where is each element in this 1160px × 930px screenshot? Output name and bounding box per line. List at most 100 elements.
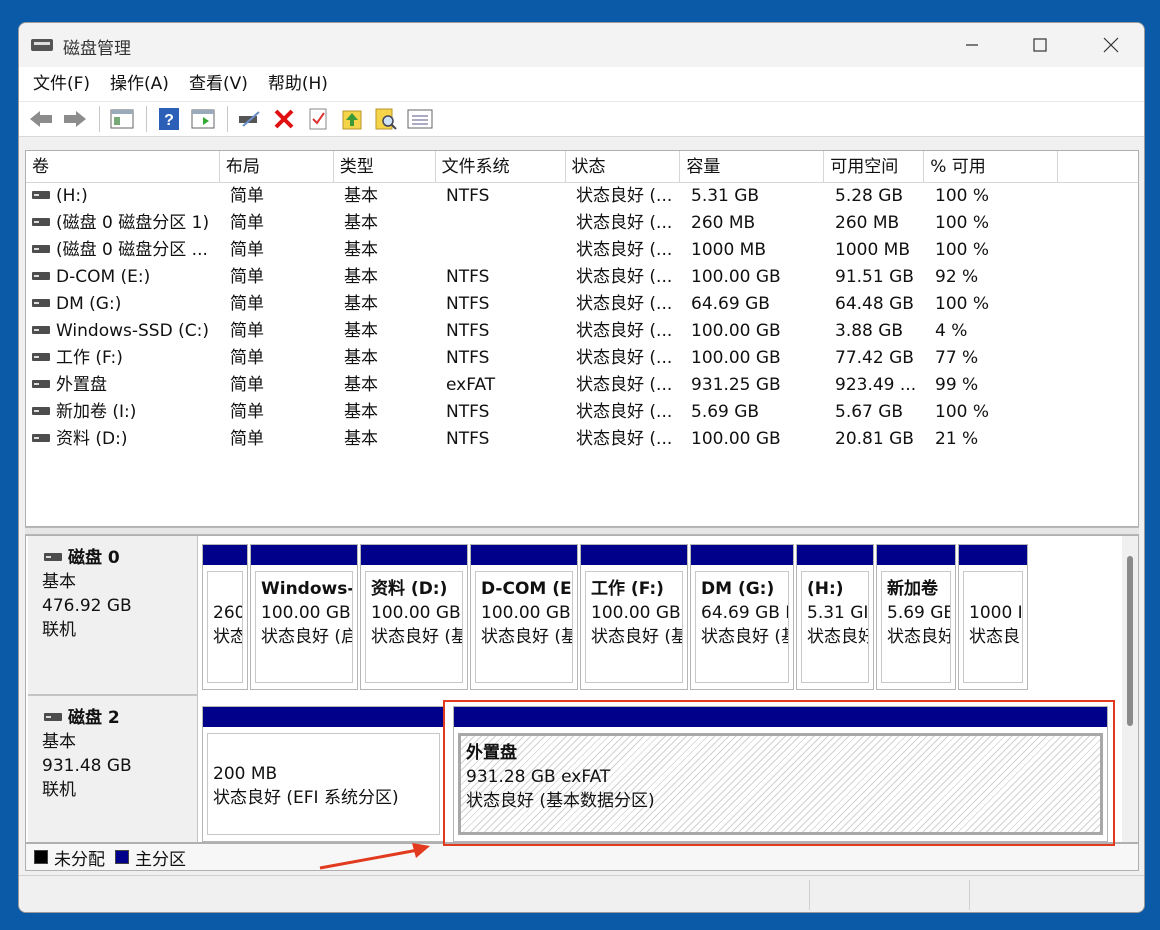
partition-disk0-0[interactable]: 260 状态 <box>202 544 248 690</box>
table-row[interactable]: 新加卷 (I:) 简单 基本 NTFS 状态良好 (... 5.69 GB 5.67 GB 1… <box>26 399 1138 426</box>
menu-help[interactable]: 帮助(H) <box>258 67 338 101</box>
table-cell: 状态良好 (... <box>576 294 673 314</box>
table-cell: 100 % <box>935 402 990 422</box>
partition-efi[interactable]: 200 MB 状态良好 (EFI 系统分区) <box>202 706 445 842</box>
scrollbar-thumb[interactable] <box>1127 556 1133 726</box>
volume-name: 资料 (D:) <box>56 429 128 449</box>
minimize-button[interactable] <box>938 23 1006 67</box>
partition-body: 工作 (F:) 100.00 GB 状态良好 (基 <box>585 571 683 683</box>
table-cell: 100.00 GB <box>691 267 781 287</box>
back-button[interactable] <box>25 104 57 134</box>
column-percent-free[interactable]: % 可用 <box>924 151 1059 183</box>
partition-size: 5.69 GE <box>887 603 951 623</box>
table-cell: 21 % <box>935 429 979 449</box>
partition-bar <box>877 545 955 565</box>
volume-icon <box>32 379 50 388</box>
delete-button[interactable] <box>268 104 300 134</box>
table-cell: 基本 <box>344 321 378 341</box>
table-cell: 3.88 GB <box>835 321 904 341</box>
table-row[interactable]: D-COM (E:) 简单 基本 NTFS 状态良好 (... 100.00 GB 91.5… <box>26 264 1138 291</box>
status-bar <box>19 875 1144 912</box>
partition-body: (H:) 5.31 GI 状态良好 <box>801 571 869 683</box>
connect-disk-button[interactable] <box>234 104 266 134</box>
partition-size: 260 <box>213 603 243 623</box>
column-volume[interactable]: 卷 <box>26 151 220 183</box>
partition-size: 64.69 GB I <box>701 603 789 623</box>
toolbar: ? <box>19 101 1144 137</box>
volume-icon <box>32 406 50 415</box>
column-filesystem[interactable]: 文件系统 <box>436 151 566 183</box>
partition-size: 100.00 GB <box>481 603 571 623</box>
table-cell: DM (G:) <box>26 291 220 318</box>
partition-title: (H:) <box>807 579 844 599</box>
table-cell: 100.00 GB <box>691 429 781 449</box>
partition-disk0-6[interactable]: (H:) 5.31 GI 状态良好 <box>796 544 874 690</box>
table-row[interactable]: 工作 (F:) 简单 基本 NTFS 状态良好 (... 100.00 GB 77.42 G… <box>26 345 1138 372</box>
column-free-space[interactable]: 可用空间 <box>824 151 925 183</box>
forward-button[interactable] <box>59 104 91 134</box>
table-cell: 100 % <box>935 294 990 314</box>
search-button[interactable] <box>370 104 402 134</box>
partition-disk0-1[interactable]: Windows- 100.00 GB 状态良好 (启 <box>250 544 358 690</box>
table-cell: 状态良好 (... <box>576 267 673 287</box>
table-row[interactable]: Windows-SSD (C:) 简单 基本 NTFS 状态良好 (... 100.00 … <box>26 318 1138 345</box>
properties-icon <box>309 108 327 130</box>
table-row[interactable]: (磁盘 0 磁盘分区 1) 简单 基本 状态良好 (... 260 MB 260 MB 10… <box>26 210 1138 237</box>
action-pane-button[interactable] <box>187 104 219 134</box>
menu-view[interactable]: 查看(V) <box>179 67 258 101</box>
disk-view-scrollbar[interactable] <box>1122 536 1138 842</box>
partition-disk0-3[interactable]: D-COM (E 100.00 GB 状态良好 (基 <box>470 544 578 690</box>
disk-0-label[interactable]: 磁盘 0 基本 476.92 GB 联机 <box>28 536 198 694</box>
partition-disk0-2[interactable]: 资料 (D:) 100.00 GB 状态良好 (基 <box>360 544 468 690</box>
partition-disk0-7[interactable]: 新加卷 5.69 GE 状态良好 <box>876 544 956 690</box>
pane-splitter[interactable] <box>25 527 1139 535</box>
help-icon: ? <box>159 108 179 130</box>
table-cell: 100 % <box>935 186 990 206</box>
table-cell: 状态良好 (... <box>576 240 673 260</box>
table-row[interactable]: (H:) 简单 基本 NTFS 状态良好 (... 5.31 GB 5.28 GB 100 % <box>26 183 1138 210</box>
table-cell: Windows-SSD (C:) <box>26 318 220 345</box>
menu-action[interactable]: 操作(A) <box>100 67 179 101</box>
partition-disk0-5[interactable]: DM (G:) 64.69 GB I 状态良好 (基 <box>690 544 794 690</box>
export-button[interactable] <box>336 104 368 134</box>
partition-efi-status: 状态良好 (EFI 系统分区) <box>213 788 399 808</box>
partition-size: 100.00 GB <box>591 603 681 623</box>
column-type[interactable]: 类型 <box>334 151 436 183</box>
legend-unallocated: 未分配 <box>54 849 105 870</box>
table-cell: 基本 <box>344 348 378 368</box>
back-icon <box>30 111 52 127</box>
column-layout[interactable]: 布局 <box>220 151 334 183</box>
partition-size: 100.00 GB <box>261 603 351 623</box>
table-cell: 简单 <box>230 213 264 233</box>
table-row[interactable]: 资料 (D:) 简单 基本 NTFS 状态良好 (... 100.00 GB 20.81 G… <box>26 426 1138 453</box>
partition-status: 状态良 <box>969 627 1020 647</box>
column-capacity[interactable]: 容量 <box>680 151 825 183</box>
close-button[interactable] <box>1077 23 1144 67</box>
properties-button[interactable] <box>302 104 334 134</box>
partition-disk0-4[interactable]: 工作 (F:) 100.00 GB 状态良好 (基 <box>580 544 688 690</box>
toolbar-separator <box>99 106 100 132</box>
partition-bar <box>251 545 357 565</box>
highlight-box <box>443 700 1115 846</box>
help-button[interactable]: ? <box>153 104 185 134</box>
table-cell: 简单 <box>230 348 264 368</box>
disk-2-label[interactable]: 磁盘 2 基本 931.48 GB 联机 <box>28 694 198 842</box>
partition-bar <box>203 545 247 565</box>
column-status[interactable]: 状态 <box>566 151 681 183</box>
table-row[interactable]: 外置盘 简单 基本 exFAT 状态良好 (... 931.25 GB 923.49 ...… <box>26 372 1138 399</box>
table-row[interactable]: (磁盘 0 磁盘分区 ... 简单 基本 状态良好 (... 1000 MB 1000 M… <box>26 237 1138 264</box>
menu-file[interactable]: 文件(F) <box>23 67 100 101</box>
table-row[interactable]: DM (G:) 简单 基本 NTFS 状态良好 (... 64.69 GB 64.48 GB… <box>26 291 1138 318</box>
console-tree-button[interactable] <box>106 104 138 134</box>
maximize-button[interactable] <box>1006 23 1074 67</box>
table-cell: 1000 MB <box>691 240 766 260</box>
column-filler <box>1058 151 1138 183</box>
partition-body: 资料 (D:) 100.00 GB 状态良好 (基 <box>365 571 463 683</box>
partition-disk0-8[interactable]: 1000 I 状态良 <box>958 544 1028 690</box>
settings-button[interactable] <box>404 104 436 134</box>
table-cell: NTFS <box>446 186 490 206</box>
volume-list: 卷 布局 类型 文件系统 状态 容量 可用空间 % 可用 (H:) 简单 基本 NTF… <box>25 150 1139 527</box>
table-cell: 简单 <box>230 294 264 314</box>
table-cell: 100.00 GB <box>691 348 781 368</box>
table-cell: 简单 <box>230 321 264 341</box>
